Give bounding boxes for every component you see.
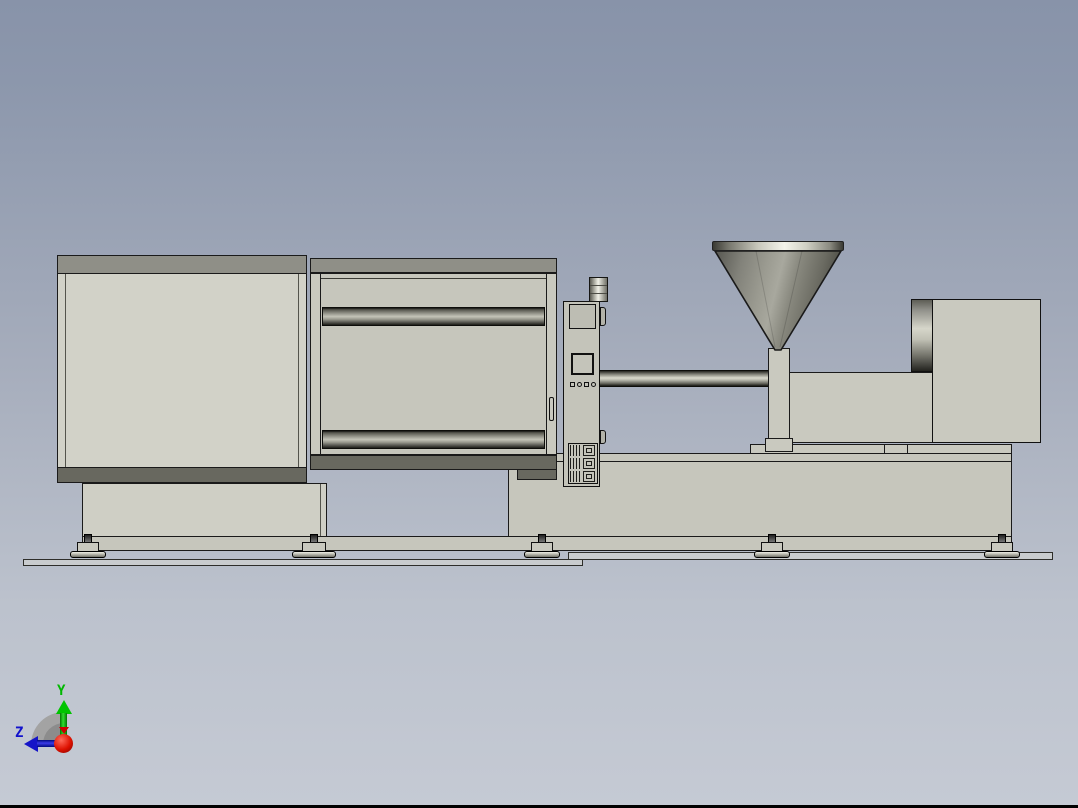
- leveling-foot: [524, 534, 560, 558]
- door-bottom-step: [517, 469, 557, 480]
- clamp-pedestal: [82, 483, 327, 537]
- tie-bar-lower: [322, 430, 545, 449]
- grille-square-icon: [583, 458, 595, 469]
- control-buttons[interactable]: [570, 382, 596, 387]
- hopper-cone: [713, 250, 843, 351]
- grille-bars-icon: [570, 445, 581, 456]
- button-icon[interactable]: [570, 382, 575, 387]
- pedestal-edge-line: [320, 484, 321, 536]
- clamping-unit-cover: [57, 255, 307, 483]
- leveling-foot: [754, 534, 790, 558]
- grille-row: [570, 445, 597, 456]
- button-icon[interactable]: [584, 382, 589, 387]
- origin-sphere[interactable]: [54, 734, 73, 753]
- y-axis-arrow-icon[interactable]: [56, 700, 72, 714]
- hopper-rim: [712, 241, 844, 251]
- button-icon[interactable]: [577, 382, 582, 387]
- foot-pad: [292, 551, 336, 558]
- grille-row: [570, 471, 597, 482]
- grille-bars-icon: [570, 471, 581, 482]
- door-right-frame: [546, 273, 557, 455]
- z-axis-arrow-icon[interactable]: [24, 736, 38, 752]
- foot-pad: [70, 551, 106, 558]
- clamp-cover-bottom-band: [57, 467, 307, 483]
- ground-plate-right: [568, 552, 1053, 560]
- door-face: [320, 273, 547, 455]
- motor-housing: [932, 299, 1041, 443]
- foot-pad: [984, 551, 1020, 558]
- axis-triad[interactable]: Y Z: [8, 678, 108, 763]
- x-axis-tip-icon[interactable]: [59, 727, 69, 734]
- z-axis-label: Z: [15, 725, 24, 741]
- face-edge-line: [65, 274, 66, 467]
- grille-square-icon: [583, 471, 595, 482]
- leveling-foot: [292, 534, 336, 558]
- foot-pad: [524, 551, 560, 558]
- grille-square-icon: [583, 445, 595, 456]
- leveling-foot: [70, 534, 106, 558]
- support-tab: [884, 444, 908, 454]
- button-icon[interactable]: [591, 382, 596, 387]
- clamp-cover-face: [57, 274, 307, 467]
- injection-unit-body: [789, 372, 933, 443]
- face-edge-line: [298, 274, 299, 467]
- hopper-neck: [768, 348, 790, 440]
- beacon-seam: [590, 293, 607, 294]
- tie-bar-upper: [322, 307, 545, 326]
- door-bottom-band: [310, 455, 557, 470]
- clamp-cover-top-band: [57, 255, 307, 274]
- platen-clamp-nub: [600, 430, 606, 444]
- platen-vent-grille: [568, 443, 598, 484]
- fixed-platen-column: [563, 301, 600, 487]
- safety-door-section: [310, 258, 557, 482]
- control-display[interactable]: [571, 353, 594, 375]
- screw-barrel: [599, 370, 769, 387]
- leveling-foot: [984, 534, 1020, 558]
- beacon-seam: [590, 285, 607, 286]
- platen-clamp-nub: [600, 307, 606, 326]
- signal-beacon: [589, 277, 608, 302]
- grille-row: [570, 458, 597, 469]
- door-handle[interactable]: [549, 397, 554, 421]
- y-axis-label: Y: [57, 683, 66, 699]
- platen-top-panel: [569, 304, 596, 329]
- hopper-neck-flange: [765, 438, 793, 452]
- ground-plate-left: [23, 559, 583, 566]
- door-face-line: [321, 278, 546, 279]
- grille-bars-icon: [570, 458, 581, 469]
- carriage-cylinder: [911, 299, 933, 372]
- cad-viewport[interactable]: Y Z: [0, 0, 1078, 808]
- door-top-band: [310, 258, 557, 273]
- foot-pad: [754, 551, 790, 558]
